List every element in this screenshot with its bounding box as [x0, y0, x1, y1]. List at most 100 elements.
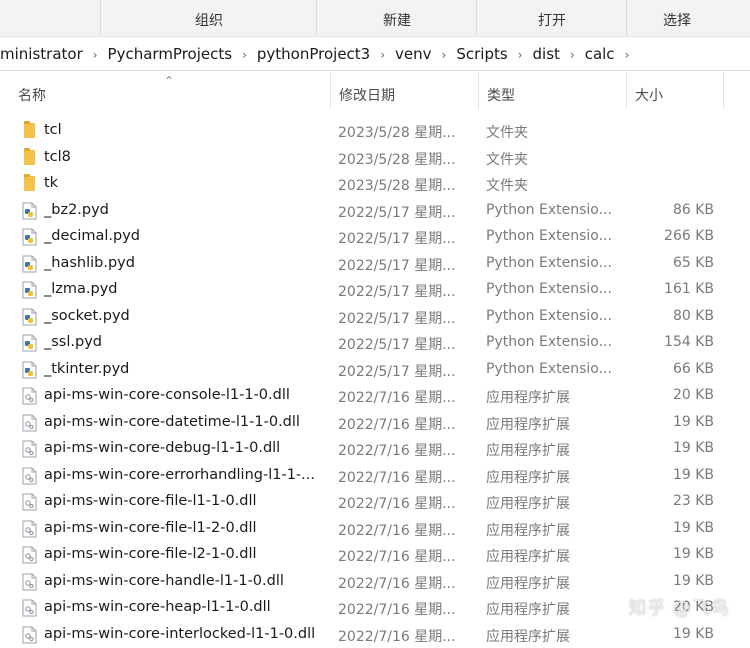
breadcrumb-item[interactable]: pythonProject3 [257, 45, 370, 63]
file-row[interactable]: api-ms-win-core-file-l2-1-0.dll 2022/7/16… [0, 542, 750, 569]
file-row[interactable]: api-ms-win-core-datetime-l1-1-0.dll2022/… [0, 410, 750, 437]
chevron-right-icon[interactable]: › [570, 48, 575, 62]
file-size: 19 KB [673, 440, 714, 456]
file-name: _socket.pyd [44, 308, 130, 324]
folder-icon [24, 123, 35, 138]
dll-file-icon [22, 599, 37, 617]
chevron-right-icon[interactable]: › [442, 48, 447, 62]
file-size: 19 KB [673, 520, 714, 536]
chevron-right-icon[interactable]: › [242, 48, 247, 62]
file-type: Python Extensio... [486, 228, 612, 244]
column-header-date[interactable]: 修改日期 [330, 72, 478, 110]
dll-file-icon [22, 520, 37, 538]
file-name: api-ms-win-core-errorhandling-l1-1-... [44, 467, 315, 483]
file-row[interactable]: api-ms-win-core-interlocked-l1-1-0.dll20… [0, 622, 750, 648]
file-type: 应用程序扩展 [486, 493, 570, 513]
file-name: _tkinter.pyd [44, 361, 129, 377]
file-type: 应用程序扩展 [486, 626, 570, 646]
file-list: tcl2023/5/28 星期...文件夹 tcl8 2023/5/28 星期...… [0, 118, 750, 648]
file-date: 2022/7/16 星期... [338, 520, 456, 540]
file-row[interactable]: api-ms-win-core-handle-l1-1-0.dll2022/7/… [0, 569, 750, 596]
file-type: 文件夹 [486, 149, 528, 169]
file-name: api-ms-win-core-console-l1-1-0.dll [44, 387, 290, 403]
file-date: 2022/7/16 星期... [338, 414, 456, 434]
file-row[interactable]: api-ms-win-core-debug-l1-1-0.dll2022/7/1… [0, 436, 750, 463]
file-row[interactable]: _lzma.pyd2022/5/17 星期...Python Extensio.… [0, 277, 750, 304]
dll-file-icon [22, 387, 37, 405]
file-size: 19 KB [673, 626, 714, 642]
breadcrumb-item[interactable]: dist [533, 45, 560, 63]
file-date: 2022/7/16 星期... [338, 626, 456, 646]
file-type: Python Extensio... [486, 202, 612, 218]
breadcrumb-item[interactable]: ministrator [0, 45, 83, 63]
file-name: tcl8 [44, 149, 71, 165]
breadcrumb-item[interactable]: venv [395, 45, 432, 63]
file-row[interactable]: api-ms-win-core-console-l1-1-0.dll2022/7… [0, 383, 750, 410]
ribbon-group-select[interactable]: 选择 [626, 0, 727, 36]
file-type: Python Extensio... [486, 255, 612, 271]
file-name: tk [44, 175, 58, 191]
breadcrumb-item[interactable]: PycharmProjects [108, 45, 233, 63]
file-row[interactable]: _hashlib.pyd2022/5/17 星期...Python Extens… [0, 251, 750, 278]
dll-file-icon [22, 573, 37, 591]
column-header-type[interactable]: 类型 [478, 72, 626, 110]
watermark: 知乎 @飞鸟 [628, 594, 730, 620]
file-row[interactable]: api-ms-win-core-file-l1-2-0.dll 2022/7/16… [0, 516, 750, 543]
file-row[interactable]: _socket.pyd2022/5/17 星期...Python Extensi… [0, 304, 750, 331]
file-row[interactable]: api-ms-win-core-errorhandling-l1-1-... 20… [0, 463, 750, 490]
file-type: 文件夹 [486, 122, 528, 142]
ribbon-group-label: 选择 [627, 10, 727, 30]
file-size: 23 KB [673, 493, 714, 509]
breadcrumb-item[interactable]: calc [585, 45, 615, 63]
file-type: 应用程序扩展 [486, 467, 570, 487]
ribbon-group-label: 组织 [101, 10, 317, 30]
file-name: api-ms-win-core-file-l1-2-0.dll [44, 520, 257, 536]
file-size: 19 KB [673, 467, 714, 483]
python-file-icon [22, 361, 37, 379]
breadcrumb-item[interactable]: Scripts [456, 45, 507, 63]
file-date: 2022/5/17 星期... [338, 281, 456, 301]
file-name: _hashlib.pyd [44, 255, 135, 271]
chevron-right-icon[interactable]: › [625, 48, 630, 62]
file-row[interactable]: tk2023/5/28 星期...文件夹 [0, 171, 750, 198]
file-type: 应用程序扩展 [486, 414, 570, 434]
python-file-icon [22, 228, 37, 246]
file-date: 2022/7/16 星期... [338, 546, 456, 566]
ribbon-group-organize[interactable]: 组织 [100, 0, 317, 36]
file-row[interactable]: api-ms-win-core-file-l1-1-0.dll2022/7/16… [0, 489, 750, 516]
file-date: 2022/5/17 星期... [338, 308, 456, 328]
chevron-right-icon[interactable]: › [93, 48, 98, 62]
file-row[interactable]: _tkinter.pyd2022/5/17 星期...Python Extens… [0, 357, 750, 384]
file-date: 2022/7/16 星期... [338, 440, 456, 460]
folder-icon [24, 150, 35, 165]
file-size: 86 KB [673, 202, 714, 218]
file-name: api-ms-win-core-file-l2-1-0.dll [44, 546, 257, 562]
dll-file-icon [22, 626, 37, 644]
file-row[interactable]: tcl8 2023/5/28 星期... 文件夹 [0, 145, 750, 172]
file-name: _lzma.pyd [44, 281, 118, 297]
file-size: 66 KB [673, 361, 714, 377]
ribbon-group-new[interactable]: 新建 [316, 0, 477, 36]
folder-icon [24, 176, 35, 191]
file-date: 2022/7/16 星期... [338, 467, 456, 487]
file-row[interactable]: _decimal.pyd2022/5/17 星期...Python Extens… [0, 224, 750, 251]
file-date: 2023/5/28 星期... [338, 149, 456, 169]
python-file-icon [22, 255, 37, 273]
column-header-name[interactable]: 名称 [18, 72, 330, 110]
file-date: 2022/5/17 星期... [338, 334, 456, 354]
breadcrumb: ministrator › PycharmProjects › pythonProjec… [0, 45, 639, 63]
address-bar[interactable]: ministrator › PycharmProjects › pythonProjec… [0, 38, 750, 71]
file-type: 应用程序扩展 [486, 546, 570, 566]
file-type: 文件夹 [486, 175, 528, 195]
file-type: 应用程序扩展 [486, 599, 570, 619]
file-row[interactable]: tcl2023/5/28 星期...文件夹 [0, 118, 750, 145]
python-file-icon [22, 334, 37, 352]
file-date: 2022/5/17 星期... [338, 202, 456, 222]
python-file-icon [22, 202, 37, 220]
chevron-right-icon[interactable]: › [518, 48, 523, 62]
file-row[interactable]: _bz2.pyd2022/5/17 星期...Python Extensio..… [0, 198, 750, 225]
chevron-right-icon[interactable]: › [380, 48, 385, 62]
file-row[interactable]: _ssl.pyd2022/5/17 星期...Python Extensio..… [0, 330, 750, 357]
column-header-size[interactable]: 大小 [626, 72, 724, 110]
ribbon-group-open[interactable]: 打开 [476, 0, 627, 36]
